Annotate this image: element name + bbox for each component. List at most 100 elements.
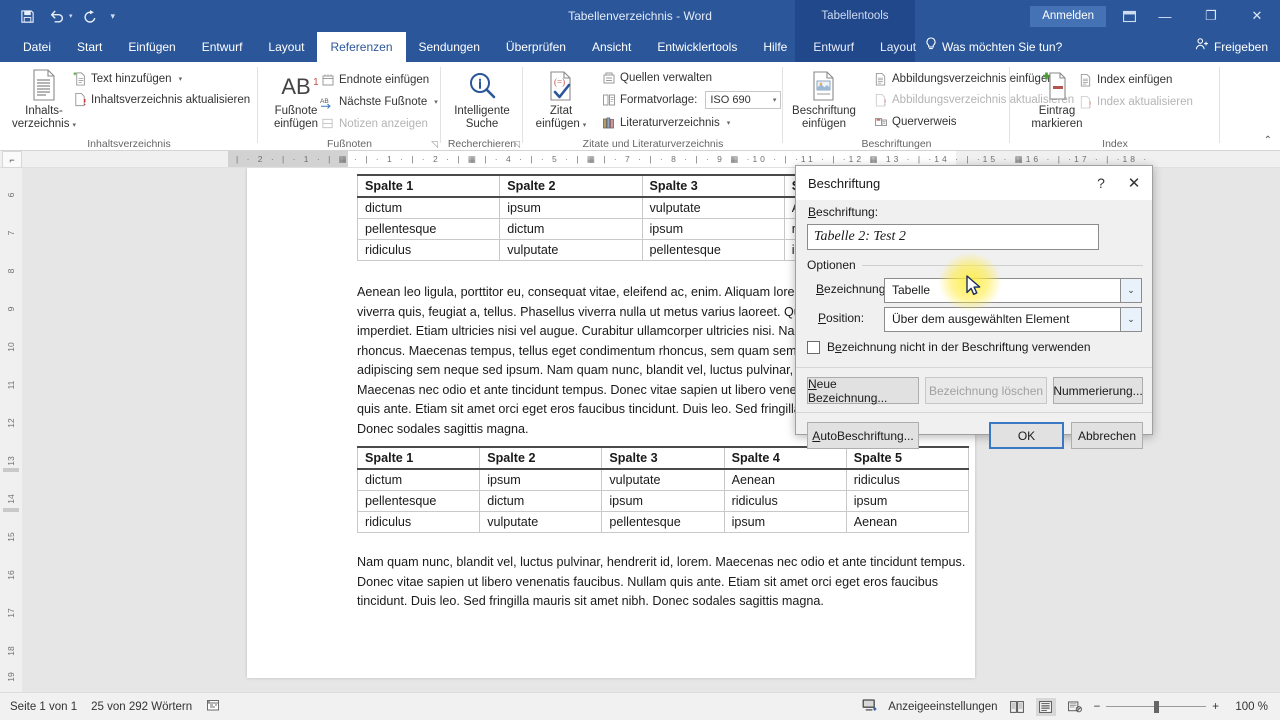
tab-referenzen[interactable]: Referenzen [317, 32, 405, 62]
intelligente-suche-button[interactable]: Intelligente Suche [442, 68, 522, 131]
ribbon: Inhalts- verzeichnis▾ Text hinzufügen ▾ … [0, 62, 1280, 151]
paragraph-2[interactable]: Nam quam nunc, blandit vel, luctus pulvi… [357, 553, 969, 612]
chevron-down-icon[interactable]: ▾ [73, 122, 77, 129]
zoom-level[interactable]: 100 % [1228, 701, 1268, 713]
mark-entry-icon [1043, 68, 1071, 102]
table2-cell: ipsum [602, 491, 724, 512]
tab-layout[interactable]: Layout [255, 32, 317, 62]
table1-cell: vulputate [500, 240, 642, 261]
eintrag-label-1: Eintrag [1039, 105, 1075, 118]
endnote-einfuegen-button[interactable]: Endnote einfügen [320, 72, 429, 87]
intelligente-suche-label-2: Suche [466, 118, 499, 131]
ok-button[interactable]: OK [989, 422, 1064, 449]
ribbon-group-recherchieren: Intelligente Suche Recherchieren ◹ [441, 62, 523, 151]
text-hinzufuegen-button[interactable]: Text hinzufügen ▾ [72, 71, 182, 86]
print-layout-icon[interactable] [1036, 698, 1056, 716]
title-bar: ▾ ▾ Tabellenverzeichnis - Word Tabellent… [0, 0, 1280, 32]
tab-tabellentools-layout[interactable]: Layout [867, 32, 929, 62]
close-icon[interactable]: ✕ [1116, 174, 1152, 192]
table1-cell: dictum [358, 197, 500, 219]
table2-header-cell: Spalte 1 [358, 447, 480, 469]
formatvorlage-control[interactable]: Formatvorlage: ISO 690 ▾ [601, 91, 781, 109]
proofing-icon[interactable] [206, 698, 220, 715]
table-2[interactable]: Spalte 1 Spalte 2 Spalte 3 Spalte 4 Spal… [357, 446, 969, 533]
insert-caption-icon [810, 68, 838, 102]
ribbon-group-beschriftungen: Beschriftung einfügen Abbildungsverzeich… [783, 62, 1010, 151]
nummerierung-button[interactable]: Nummerierung... [1053, 377, 1143, 404]
sign-in-button[interactable]: Anmelden [1030, 6, 1106, 27]
add-text-icon [72, 71, 87, 86]
help-icon[interactable]: ? [1086, 175, 1116, 191]
bezeichnung-select[interactable]: Tabelle ⌄ [884, 278, 1142, 303]
tab-hilfe[interactable]: Hilfe [750, 32, 800, 62]
table1-cell: pellentesque [358, 219, 500, 240]
chevron-down-icon[interactable]: ▾ [179, 75, 183, 83]
options-section-header: Optionen [807, 258, 1143, 272]
insert-index-icon [1078, 72, 1093, 87]
exclude-label-checkbox[interactable] [807, 341, 820, 354]
tab-tabellentools-entwurf[interactable]: Entwurf [800, 32, 867, 62]
tab-datei[interactable]: Datei [10, 32, 64, 62]
vertical-ruler[interactable]: 6 7 8 9 10 11 12 13 14 15 16 17 18 19 [0, 168, 22, 692]
zitat-label-2: einfügen▾ [536, 118, 587, 132]
caption-input[interactable]: Tabelle 2: Test 2 [807, 224, 1099, 250]
recherchieren-dialog-launcher[interactable]: ◹ [513, 139, 520, 150]
chevron-down-icon[interactable]: ⌄ [1120, 278, 1142, 303]
tab-ueberpruefen[interactable]: Überprüfen [493, 32, 579, 62]
chevron-down-icon[interactable]: ▾ [727, 119, 731, 127]
formatvorlage-select[interactable]: ISO 690 ▾ [705, 91, 781, 109]
zoom-track[interactable] [1106, 701, 1206, 713]
vruler-mark: 6 [6, 184, 16, 206]
neue-bezeichnung-button[interactable]: Neue Bezeichnung... [807, 377, 919, 404]
web-layout-icon[interactable] [1065, 698, 1085, 716]
tab-stop-left-icon[interactable]: ⌐ [2, 151, 22, 168]
minimize-button[interactable]: — [1142, 0, 1188, 32]
autobeschriftung-button[interactable]: AutoBeschriftung... [807, 422, 919, 449]
style-icon [601, 93, 616, 108]
mouse-cursor [966, 275, 982, 302]
restore-button[interactable]: ❐ [1188, 0, 1234, 32]
smart-lookup-icon [466, 68, 498, 102]
tab-entwicklertools[interactable]: Entwicklertools [644, 32, 750, 62]
zoom-out-button[interactable]: − [1094, 701, 1101, 713]
tab-einfuegen[interactable]: Einfügen [115, 32, 188, 62]
querverweis-button[interactable]: Querverweis [873, 114, 957, 129]
literaturverzeichnis-button[interactable]: Literaturverzeichnis ▾ [601, 115, 730, 130]
tab-ansicht[interactable]: Ansicht [579, 32, 644, 62]
share-button[interactable]: Freigeben [1195, 32, 1268, 62]
inhaltsverzeichnis-aktualisieren-button[interactable]: Inhaltsverzeichnis aktualisieren [72, 92, 250, 107]
zitat-einfuegen-button[interactable]: (=) Zitat einfügen▾ [525, 68, 597, 132]
tell-me-box[interactable]: Was möchten Sie tun? [925, 32, 1062, 62]
vruler-mark: 17 [6, 602, 16, 624]
fussnoten-dialog-launcher[interactable]: ◹ [431, 139, 438, 150]
chevron-down-icon[interactable]: ⌄ [1120, 307, 1142, 332]
close-button[interactable]: ✕ [1234, 0, 1280, 32]
zoom-slider[interactable]: − + [1094, 701, 1219, 713]
chevron-down-icon[interactable]: ▾ [434, 98, 438, 106]
cancel-button[interactable]: Abbrechen [1071, 422, 1143, 449]
table2-cell: dictum [358, 469, 480, 491]
zoom-thumb[interactable] [1154, 701, 1159, 713]
table1-cell: dictum [500, 219, 642, 240]
beschriftung-label-1: Beschriftung [792, 105, 856, 118]
collapse-ribbon-icon[interactable]: ⌃ [1264, 135, 1272, 146]
ribbon-display-options-icon[interactable] [1116, 3, 1142, 29]
read-mode-icon[interactable] [1007, 698, 1027, 716]
tab-start[interactable]: Start [64, 32, 115, 62]
index-einfuegen-button[interactable]: Index einfügen [1078, 72, 1172, 87]
page-info[interactable]: Seite 1 von 1 [10, 701, 77, 713]
tab-entwurf[interactable]: Entwurf [189, 32, 256, 62]
status-right: Anzeigeeinstellungen − + 100 % [862, 698, 1280, 716]
quellen-verwalten-button[interactable]: Quellen verwalten [601, 70, 712, 85]
tab-sendungen[interactable]: Sendungen [406, 32, 493, 62]
word-count[interactable]: 25 von 292 Wörtern [91, 701, 192, 713]
chevron-down-icon[interactable]: ▾ [583, 122, 587, 129]
display-settings-label[interactable]: Anzeigeeinstellungen [888, 701, 997, 713]
beschriftung-einfuegen-button[interactable]: Beschriftung einfügen [779, 68, 869, 131]
exclude-label-checkbox-row[interactable]: Bezeichnung nicht in der Beschriftung ve… [807, 340, 1091, 354]
table1-header-cell: Spalte 3 [642, 175, 784, 197]
display-settings-icon[interactable] [862, 698, 879, 715]
position-select[interactable]: Über dem ausgewählten Element ⌄ [884, 307, 1142, 332]
zoom-in-button[interactable]: + [1212, 701, 1219, 713]
naechste-fussnote-button[interactable]: AB Nächste Fußnote ▾ [320, 94, 438, 109]
